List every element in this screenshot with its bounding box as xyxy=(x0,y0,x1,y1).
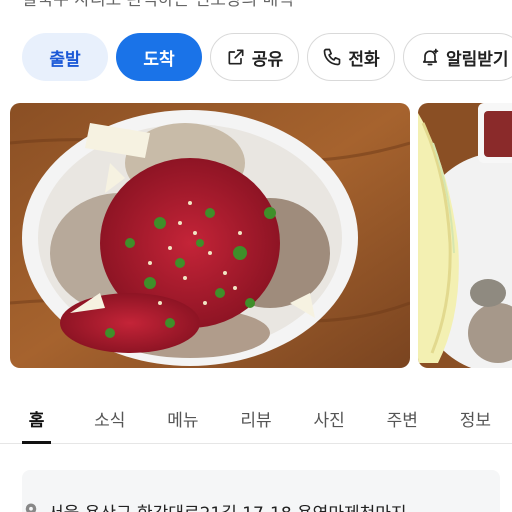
food-photo-main[interactable] xyxy=(10,103,410,368)
tab-home[interactable]: 홈 xyxy=(0,398,73,444)
tab-bar: 홈 소식 메뉴 리뷰 사진 주변 정보 xyxy=(0,398,512,444)
share-icon xyxy=(228,49,244,65)
alarm-label: 알림받기 xyxy=(446,49,509,70)
food-photo-image xyxy=(10,103,410,368)
address-row[interactable]: 서울 용산구 한강대로21길 17-18 용연마제천마지 ⌄ xyxy=(22,496,502,512)
food-photo-secondary-image xyxy=(418,103,512,368)
tab-news[interactable]: 소식 xyxy=(73,398,146,443)
tab-photos[interactable]: 사진 xyxy=(293,398,366,443)
tab-menu[interactable]: 메뉴 xyxy=(146,398,219,443)
tab-reviews[interactable]: 리뷰 xyxy=(219,398,292,443)
arrive-button[interactable]: 도착 xyxy=(116,33,202,81)
food-photo-secondary[interactable] xyxy=(418,103,512,368)
address-text: 서울 용산구 한강대로21길 17-18 용연마제천마지 xyxy=(48,499,407,512)
location-pin-icon xyxy=(25,503,37,512)
chevron-down-icon[interactable]: ⌄ xyxy=(415,502,428,512)
share-label: 공유 xyxy=(251,49,284,70)
share-button[interactable]: 공유 xyxy=(210,33,299,81)
photo-carousel[interactable] xyxy=(0,103,512,368)
call-label: 전화 xyxy=(348,49,380,70)
call-button[interactable]: 전화 xyxy=(307,33,395,81)
phone-icon xyxy=(324,48,341,66)
bell-plus-icon xyxy=(422,48,439,66)
tab-info[interactable]: 정보 xyxy=(439,398,512,443)
place-description: 칼국수 사리도 완벽하는 연포탕의 매력 xyxy=(22,0,294,10)
alarm-button[interactable]: 알림받기 xyxy=(403,33,512,81)
depart-button[interactable]: 출발 xyxy=(22,33,108,81)
tab-nearby[interactable]: 주변 xyxy=(366,398,439,443)
action-bar: 출발 도착 공유 전화 알림받기 xyxy=(22,33,512,81)
